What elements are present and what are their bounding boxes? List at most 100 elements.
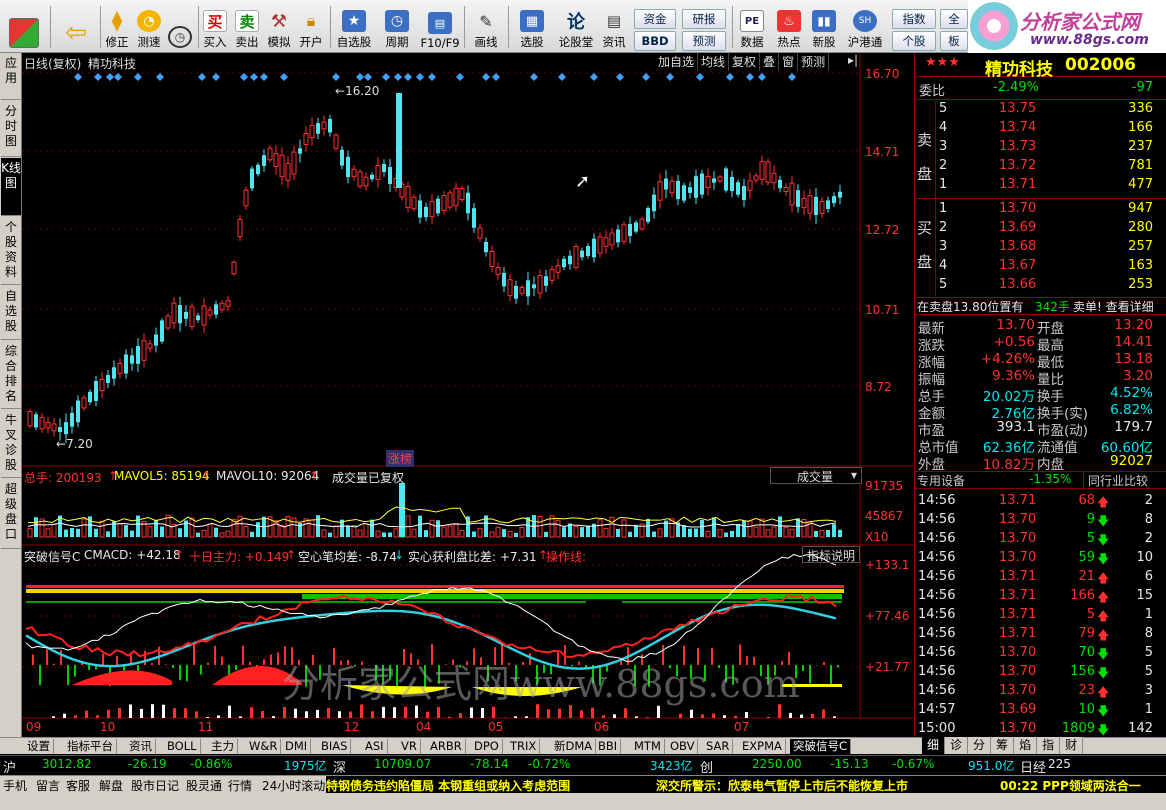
- toolbar-button-8[interactable]: ◷ 周期: [378, 4, 416, 50]
- panel-tab-6[interactable]: 财: [1060, 737, 1084, 754]
- toolbar-button-17[interactable]: SH 沪港通: [842, 4, 888, 50]
- panel-tab-1[interactable]: 诊: [945, 737, 969, 754]
- sector-row[interactable]: 专用设备 -1.35% 同行业比较: [915, 471, 1166, 489]
- chart-top-button-2[interactable]: 复权: [729, 53, 761, 71]
- toolbar-button-9[interactable]: ▤ F10/F9: [418, 4, 462, 50]
- news-item-3[interactable]: 00:22 PPP领域两法合一: [1000, 777, 1141, 794]
- toolbar-button-12[interactable]: 论 论股堂: [556, 4, 596, 50]
- panel-tab-4[interactable]: 焰: [1014, 737, 1038, 754]
- indicator-tab-6[interactable]: DMI: [282, 739, 312, 754]
- status-link-4[interactable]: 股市日记: [131, 777, 179, 794]
- big-order-info[interactable]: 在卖盘13.80位置有 342手 卖单! 查看详细: [915, 297, 1166, 315]
- status-link-2[interactable]: 客服: [66, 777, 90, 794]
- indicator-tab-15[interactable]: MTM: [631, 739, 665, 754]
- home-button[interactable]: [2, 4, 46, 50]
- indicator-tab-19[interactable]: 突破信号C: [790, 739, 852, 754]
- buy-level-row[interactable]: 1 13.70 947: [915, 201, 1166, 218]
- panel-tab-0[interactable]: 细: [922, 737, 946, 754]
- buy-level-row[interactable]: 4 13.67 163: [915, 258, 1166, 275]
- indicator-tab-2[interactable]: 资讯: [126, 739, 156, 754]
- toolbar-button-4[interactable]: 卖 卖出: [232, 4, 262, 50]
- gegu-button[interactable]: 个股: [892, 31, 936, 51]
- toolbar-button-14[interactable]: PE 数据: [736, 4, 768, 50]
- bbd-button[interactable]: BBD: [634, 31, 676, 51]
- indicator-tab-12[interactable]: TRIX: [507, 739, 541, 754]
- status-link-0[interactable]: 手机: [3, 777, 27, 794]
- toolbar-button-0[interactable]: ▲ ▼ 修正: [102, 4, 132, 50]
- zijin-button[interactable]: 资金: [634, 9, 676, 29]
- chart-top-button-5[interactable]: 预测: [798, 53, 830, 71]
- indicator-tab-14[interactable]: BBI: [595, 739, 622, 754]
- sell-level-row[interactable]: 4 13.74 166: [915, 120, 1166, 137]
- status-link-6[interactable]: 行情: [228, 777, 252, 794]
- left-tab-paiming[interactable]: 综合排名: [1, 341, 21, 409]
- chart-top-button-1[interactable]: 均线: [698, 53, 730, 71]
- kline-chart-area[interactable]: 日线(复权) 精功科技 加自选 均线 复权叠窗预测 ▸| 16.70 14.71 1…: [22, 53, 914, 737]
- zhishu-button[interactable]: 指数: [892, 9, 936, 29]
- indicator-tab-18[interactable]: EXPMA: [739, 739, 786, 754]
- panel-tab-2[interactable]: 分: [968, 737, 992, 754]
- left-tab-gegu[interactable]: 个股资料: [1, 217, 21, 285]
- toolbar-button-16[interactable]: ▮▮ 新股: [808, 4, 840, 50]
- status-link-7[interactable]: 24小时滚动: [262, 777, 325, 794]
- toolbar-button-3[interactable]: 买 买入: [200, 4, 230, 50]
- panel-tab-5[interactable]: 指: [1037, 737, 1061, 754]
- buy-level-row[interactable]: 3 13.68 257: [915, 239, 1166, 256]
- indicator-tab-10[interactable]: ARBR: [427, 739, 466, 754]
- sell-level-row[interactable]: 2 13.72 781: [915, 158, 1166, 175]
- left-tab-fenshi[interactable]: 分时图: [1, 101, 21, 157]
- quan-button[interactable]: 全: [940, 9, 968, 29]
- toolbar-button-15[interactable]: ♨ 热点: [772, 4, 806, 50]
- yanbao-button[interactable]: 研报: [682, 9, 726, 29]
- panel-tab-3[interactable]: 筹: [991, 737, 1015, 754]
- left-tab-zixuan[interactable]: 自选股: [1, 286, 21, 340]
- indicator-tab-1[interactable]: 指标平台: [64, 739, 117, 754]
- indicator-tab-7[interactable]: BIAS: [318, 739, 352, 754]
- left-tab-app[interactable]: 应用: [1, 53, 21, 100]
- status-link-1[interactable]: 留言: [36, 777, 60, 794]
- indicator-tab-0[interactable]: 设置: [24, 739, 54, 754]
- status-link-5[interactable]: 股灵通: [186, 777, 222, 794]
- compare-link[interactable]: 同行业比较: [1083, 472, 1148, 489]
- left-tab-zhengu[interactable]: 牛叉诊股: [1, 410, 21, 478]
- left-tab-kline[interactable]: K线图: [1, 158, 21, 216]
- indicator-tab-9[interactable]: VR: [398, 739, 421, 754]
- buy-level-row[interactable]: 5 13.66 253: [915, 277, 1166, 294]
- indicator-help-button[interactable]: 指标说明: [802, 546, 860, 563]
- indicator-tab-11[interactable]: DPO: [471, 739, 503, 754]
- ban-button[interactable]: 板: [940, 31, 968, 51]
- indicator-tab-8[interactable]: ASI: [362, 739, 388, 754]
- indicator-tab-17[interactable]: SAR: [703, 739, 734, 754]
- zhangbang-badge[interactable]: 涨榜: [386, 450, 415, 467]
- yuce-button[interactable]: 预测: [682, 31, 726, 51]
- chart-top-button-3[interactable]: 叠: [760, 53, 780, 71]
- buy-level-row[interactable]: 2 13.69 280: [915, 220, 1166, 237]
- back-button[interactable]: ⇦: [56, 4, 96, 50]
- news-ticker[interactable]: 特钢债务违约陷僵局 本钢重组或纳入考虑范围 深交所警示：欣泰电气暂停上市后不能恢…: [326, 776, 1166, 793]
- status-link-3[interactable]: 解盘: [99, 777, 123, 794]
- chart-top-button-0[interactable]: 加自选: [655, 53, 699, 71]
- chart-lock-icon[interactable]: ▸|: [848, 53, 858, 67]
- indicator-tab-3[interactable]: BOLL: [164, 739, 201, 754]
- indicator-tab-16[interactable]: OBV: [667, 739, 699, 754]
- indicator-tab-13[interactable]: 新DMA: [551, 739, 597, 754]
- indicator-tab-4[interactable]: 主力: [208, 739, 238, 754]
- toolbar-button-11[interactable]: ▦ 选股: [512, 4, 552, 50]
- toolbar-button-5[interactable]: ⚒ 模拟: [264, 4, 294, 50]
- toolbar-button-7[interactable]: ★ 自选股: [334, 4, 374, 50]
- toolbar-button-2[interactable]: ◷: [166, 4, 194, 50]
- toolbar-button-6[interactable]: 🔒︎ 开户: [296, 4, 326, 50]
- sell-level-row[interactable]: 1 13.71 477: [915, 177, 1166, 194]
- news-item-2[interactable]: 深交所警示：欣泰电气暂停上市后不能恢复上市: [656, 777, 908, 794]
- left-tab-pankou[interactable]: 超级盘口: [1, 479, 21, 549]
- candle-body: [219, 302, 225, 311]
- toolbar-button-13[interactable]: ▤ 资讯: [598, 4, 630, 50]
- sell-level-row[interactable]: 3 13.73 237: [915, 139, 1166, 156]
- news-item-1[interactable]: 特钢债务违约陷僵局 本钢重组或纳入考虑范围: [326, 777, 570, 794]
- sell-level-row[interactable]: 5 13.75 336: [915, 101, 1166, 118]
- toolbar-button-1[interactable]: ◔ 测速: [134, 4, 164, 50]
- toolbar-button-10[interactable]: ✎ 画线: [466, 4, 506, 50]
- chart-top-button-4[interactable]: 窗: [779, 53, 799, 71]
- vol-indicator-select[interactable]: 成交量 ▾: [770, 467, 862, 484]
- indicator-tab-5[interactable]: W&R: [246, 739, 282, 754]
